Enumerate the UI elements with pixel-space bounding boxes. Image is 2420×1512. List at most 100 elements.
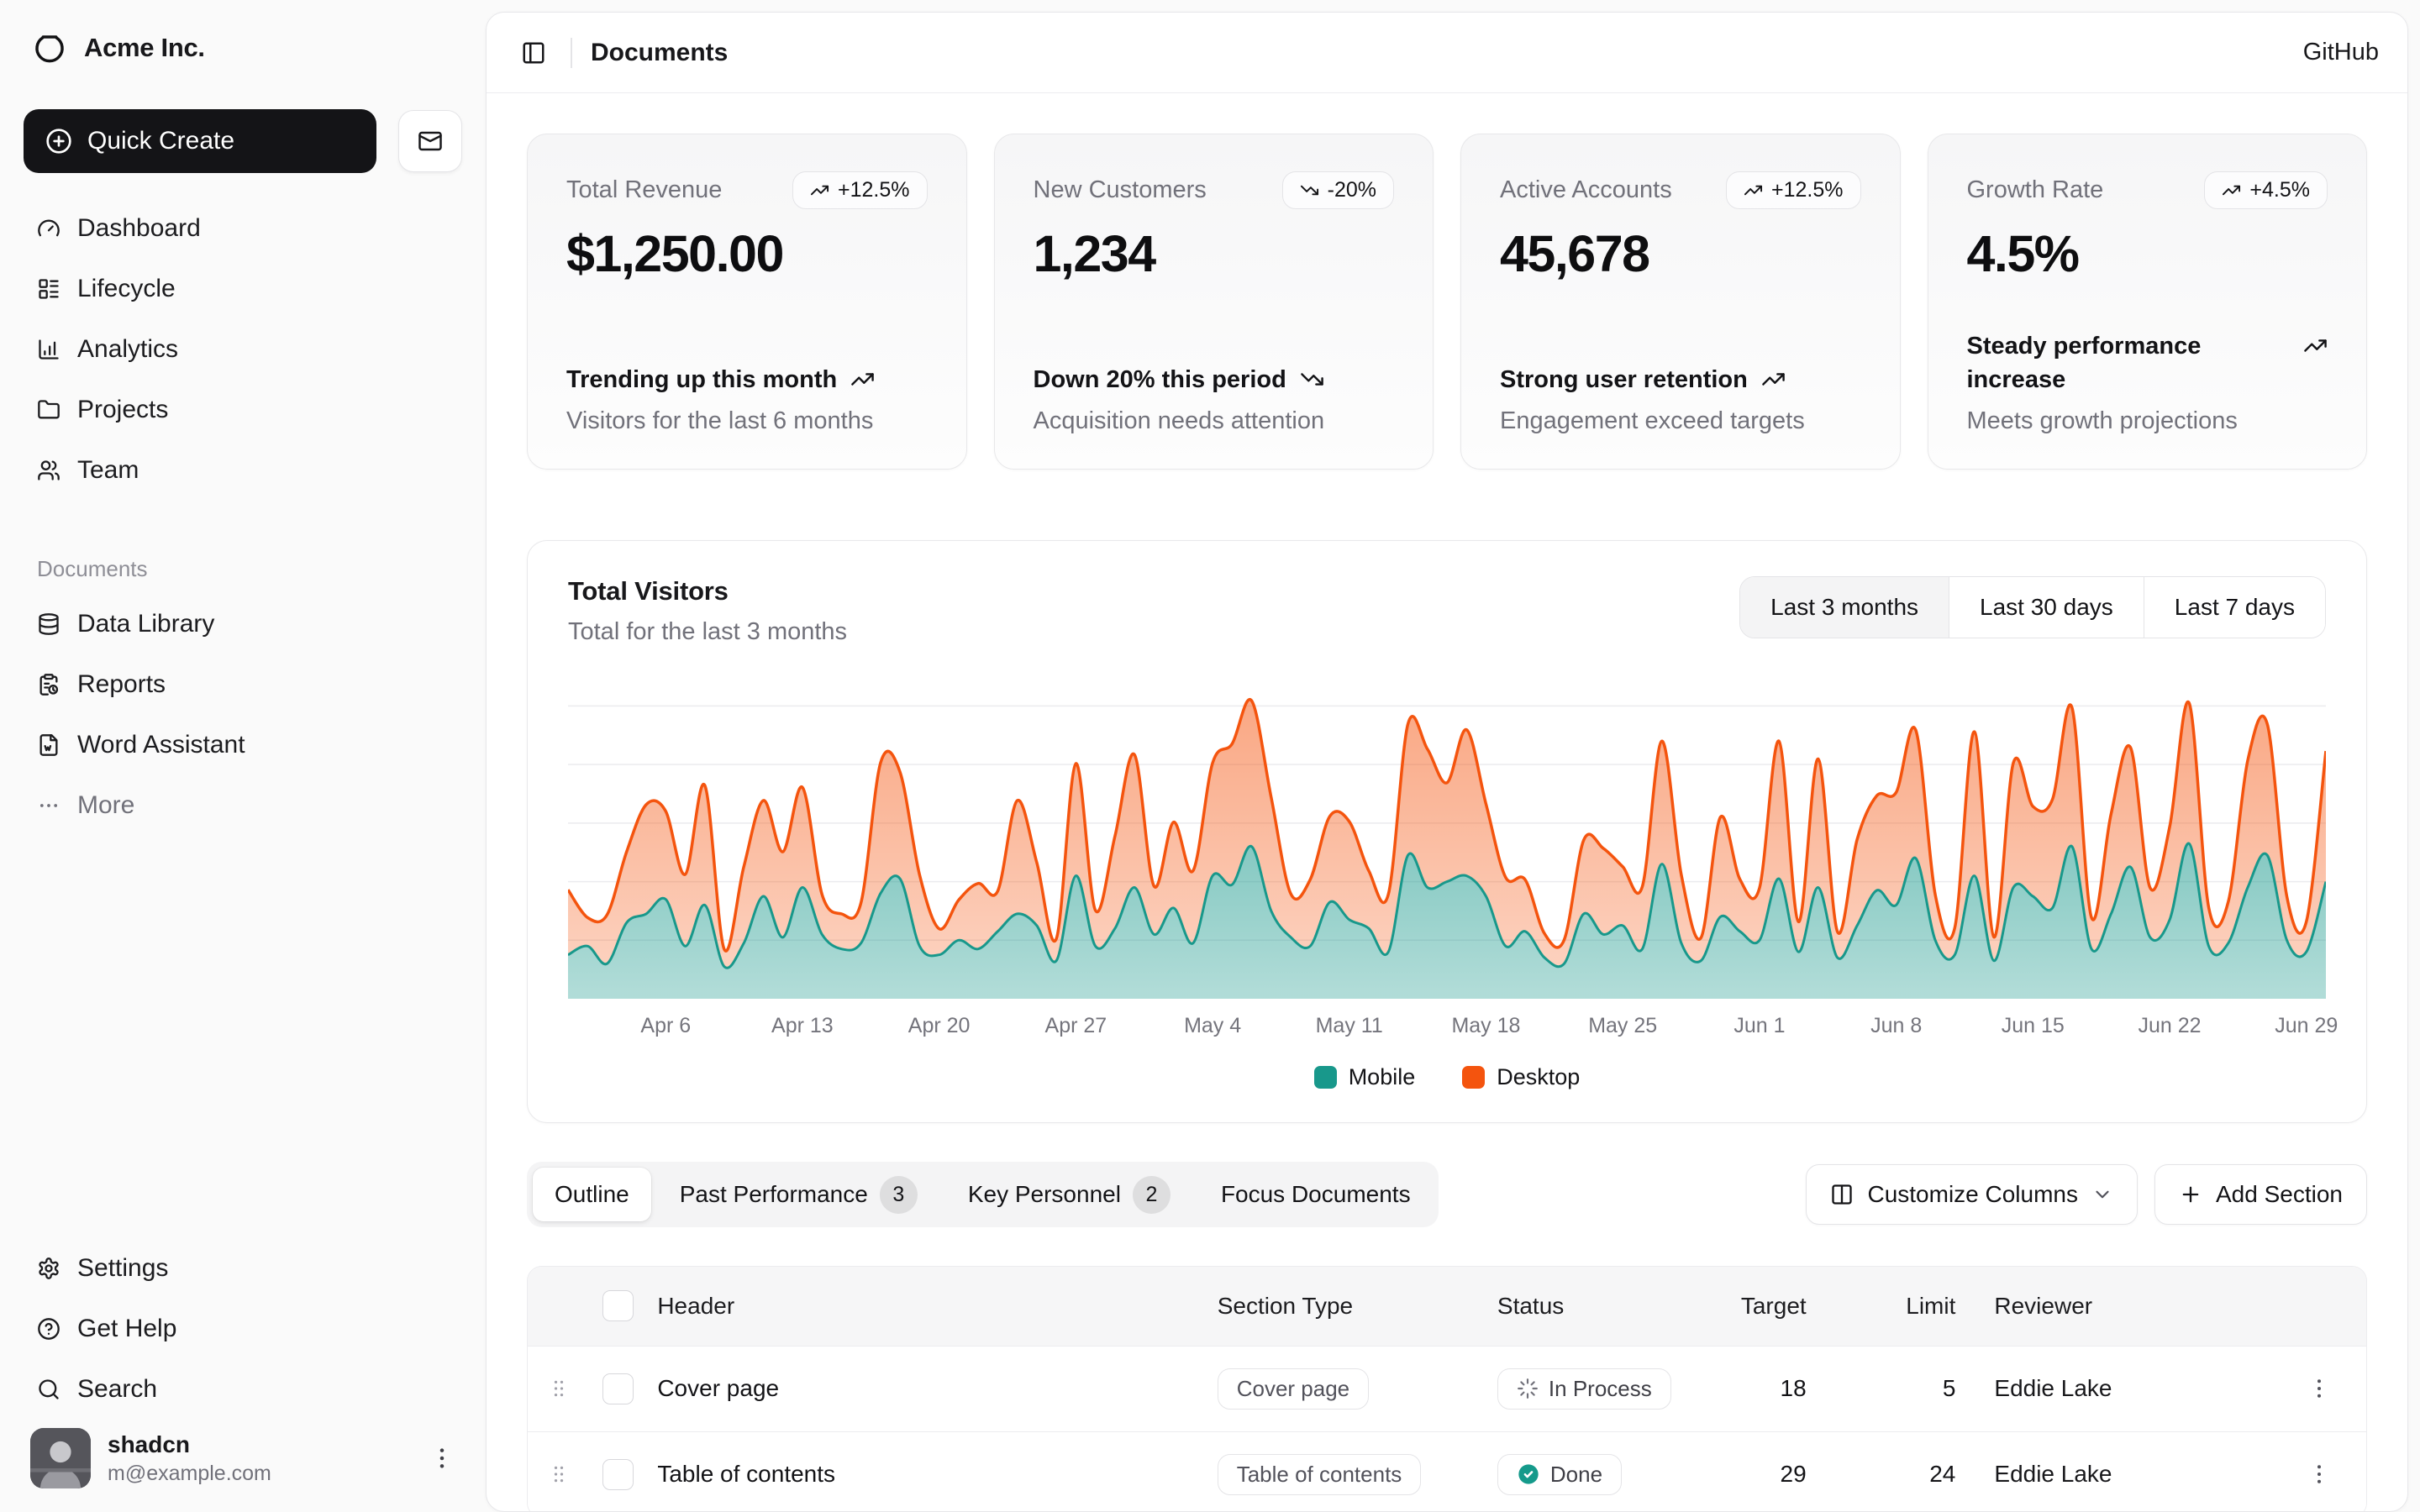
table-header-row: Header Section Type Status Target Limit … — [528, 1267, 2366, 1346]
stat-footer: Steady performance increase Meets growth… — [1967, 329, 2328, 435]
app-root: Acme Inc. Quick Create DashboardLifecycl… — [0, 0, 2420, 1512]
user-menu-ellipsis-icon[interactable] — [429, 1445, 455, 1472]
range-toggle-group: Last 3 monthsLast 30 daysLast 7 days — [1739, 576, 2326, 638]
stat-label: Total Revenue — [566, 171, 722, 204]
add-section-button[interactable]: Add Section — [2154, 1164, 2367, 1225]
sidebar: Acme Inc. Quick Create DashboardLifecycl… — [0, 0, 486, 1512]
x-tick-label: May 11 — [1316, 1014, 1383, 1038]
column-target: Target — [1709, 1267, 1818, 1346]
sidebar-item-get-help[interactable]: Get Help — [24, 1299, 462, 1359]
main-panel: Documents GitHub Total Revenue +12.5% $1… — [486, 12, 2408, 1512]
nav-label: Word Assistant — [77, 731, 245, 759]
stat-card-0: Total Revenue +12.5% $1,250.00 Trending … — [527, 134, 967, 470]
stat-footer: Strong user retention Engagement exceed … — [1500, 363, 1861, 435]
legend-swatch — [1314, 1066, 1337, 1089]
tab-past-performance[interactable]: Past Performance3 — [658, 1168, 939, 1221]
panel-left-icon — [521, 40, 546, 66]
sidebar-item-lifecycle[interactable]: Lifecycle — [24, 259, 462, 319]
range-option-1[interactable]: Last 30 days — [1949, 577, 2144, 638]
database-icon — [37, 612, 60, 636]
chart-subtitle: Total for the last 3 months — [568, 618, 847, 646]
trendDown-icon — [1300, 367, 1324, 391]
grip-vertical-icon[interactable] — [547, 1377, 571, 1400]
sidebar-item-team[interactable]: Team — [24, 440, 462, 501]
x-tick-label: Jun 1 — [1733, 1014, 1785, 1038]
x-tick-label: Apr 27 — [1045, 1014, 1107, 1038]
x-tick-label: Apr 6 — [640, 1014, 691, 1038]
cell-target[interactable]: 18 — [1709, 1346, 1818, 1431]
add-section-label: Add Section — [2216, 1181, 2343, 1208]
tab-key-personnel[interactable]: Key Personnel2 — [946, 1168, 1192, 1221]
sidebar-item-settings[interactable]: Settings — [24, 1238, 462, 1299]
row-checkbox[interactable] — [602, 1373, 634, 1404]
topbar: Documents GitHub — [487, 13, 2407, 93]
row-checkbox[interactable] — [602, 1459, 634, 1490]
stat-footer-line2: Meets growth projections — [1967, 407, 2328, 435]
topbar-divider — [571, 38, 572, 68]
stat-footer: Down 20% this period Acquisition needs a… — [1034, 363, 1395, 435]
user-row[interactable]: shadcn m@example.com — [24, 1420, 462, 1488]
sidebar-item-word-assistant[interactable]: Word Assistant — [24, 715, 462, 775]
cell-reviewer[interactable]: Eddie Lake — [1967, 1346, 2272, 1431]
user-email: m@example.com — [108, 1462, 412, 1486]
stat-label: New Customers — [1034, 171, 1207, 204]
column-status: Status — [1486, 1267, 1710, 1346]
sidebar-item-data-library[interactable]: Data Library — [24, 594, 462, 654]
nav-label: Get Help — [77, 1315, 176, 1343]
row-menu-ellipsis-icon[interactable] — [2307, 1462, 2332, 1487]
x-tick-label: May 25 — [1588, 1014, 1657, 1038]
quick-create-button[interactable]: Quick Create — [24, 109, 376, 173]
row-menu-ellipsis-icon[interactable] — [2307, 1376, 2332, 1401]
chart-icon — [37, 338, 60, 361]
sidebar-item-reports[interactable]: Reports — [24, 654, 462, 715]
folder-icon — [37, 398, 60, 422]
stat-value: 4.5% — [1967, 224, 2328, 283]
x-tick-label: Apr 13 — [771, 1014, 834, 1038]
brand[interactable]: Acme Inc. — [24, 18, 462, 77]
sidebar-item-search[interactable]: Search — [24, 1359, 462, 1420]
trendUp-icon — [810, 181, 829, 200]
quick-create-label: Quick Create — [87, 127, 234, 155]
sidebar-item-dashboard[interactable]: Dashboard — [24, 198, 462, 259]
search-icon — [37, 1378, 60, 1401]
select-all-checkbox[interactable] — [602, 1290, 634, 1321]
stat-footer-line1: Strong user retention — [1500, 363, 1861, 397]
check-circle-icon — [1517, 1462, 1540, 1486]
customize-columns-label: Customize Columns — [1867, 1181, 2078, 1208]
tab-focus-documents[interactable]: Focus Documents — [1199, 1168, 1433, 1221]
chart-titles: Total Visitors Total for the last 3 mont… — [568, 576, 847, 646]
cell-reviewer[interactable]: Eddie Lake — [1967, 1431, 2272, 1512]
sidebar-toggle-button[interactable] — [515, 34, 552, 71]
cell-target[interactable]: 29 — [1709, 1431, 1818, 1512]
inbox-button[interactable] — [398, 110, 462, 172]
stat-label: Growth Rate — [1967, 171, 2104, 204]
chart-header: Total Visitors Total for the last 3 mont… — [528, 576, 2366, 646]
column-section-type: Section Type — [1206, 1267, 1486, 1346]
github-link[interactable]: GitHub — [2303, 39, 2379, 66]
trend-badge: +12.5% — [1726, 171, 1861, 209]
x-tick-label: May 18 — [1451, 1014, 1520, 1038]
trend-badge: -20% — [1282, 171, 1394, 209]
range-option-0[interactable]: Last 3 months — [1740, 577, 1949, 638]
stat-card-top: Total Revenue +12.5% — [566, 171, 928, 209]
range-option-2[interactable]: Last 7 days — [2144, 577, 2325, 638]
sidebar-item-projects[interactable]: Projects — [24, 380, 462, 440]
cell-limit[interactable]: 5 — [1818, 1346, 1968, 1431]
cell-limit[interactable]: 24 — [1818, 1431, 1968, 1512]
cell-header[interactable]: Cover page — [645, 1346, 1205, 1431]
tab-outline[interactable]: Outline — [533, 1168, 651, 1221]
grip-vertical-icon[interactable] — [547, 1462, 571, 1486]
x-tick-label: May 4 — [1184, 1014, 1241, 1038]
sidebar-item-analytics[interactable]: Analytics — [24, 319, 462, 380]
cell-header[interactable]: Table of contents — [645, 1431, 1205, 1512]
columns-icon — [1830, 1183, 1854, 1206]
toolbar-actions: Customize Columns Add Section — [1806, 1164, 2367, 1225]
chart-x-axis: Apr 6Apr 13Apr 20Apr 27May 4May 11May 18… — [568, 1014, 2326, 1042]
customize-columns-button[interactable]: Customize Columns — [1806, 1164, 2138, 1225]
nav-label: Search — [77, 1375, 157, 1404]
trendUp-icon — [1744, 181, 1763, 200]
sidebar-item-more[interactable]: More — [24, 775, 462, 836]
trendUp-icon — [1761, 367, 1786, 391]
sidebar-spacer — [24, 836, 462, 1238]
mail-icon — [418, 129, 443, 154]
